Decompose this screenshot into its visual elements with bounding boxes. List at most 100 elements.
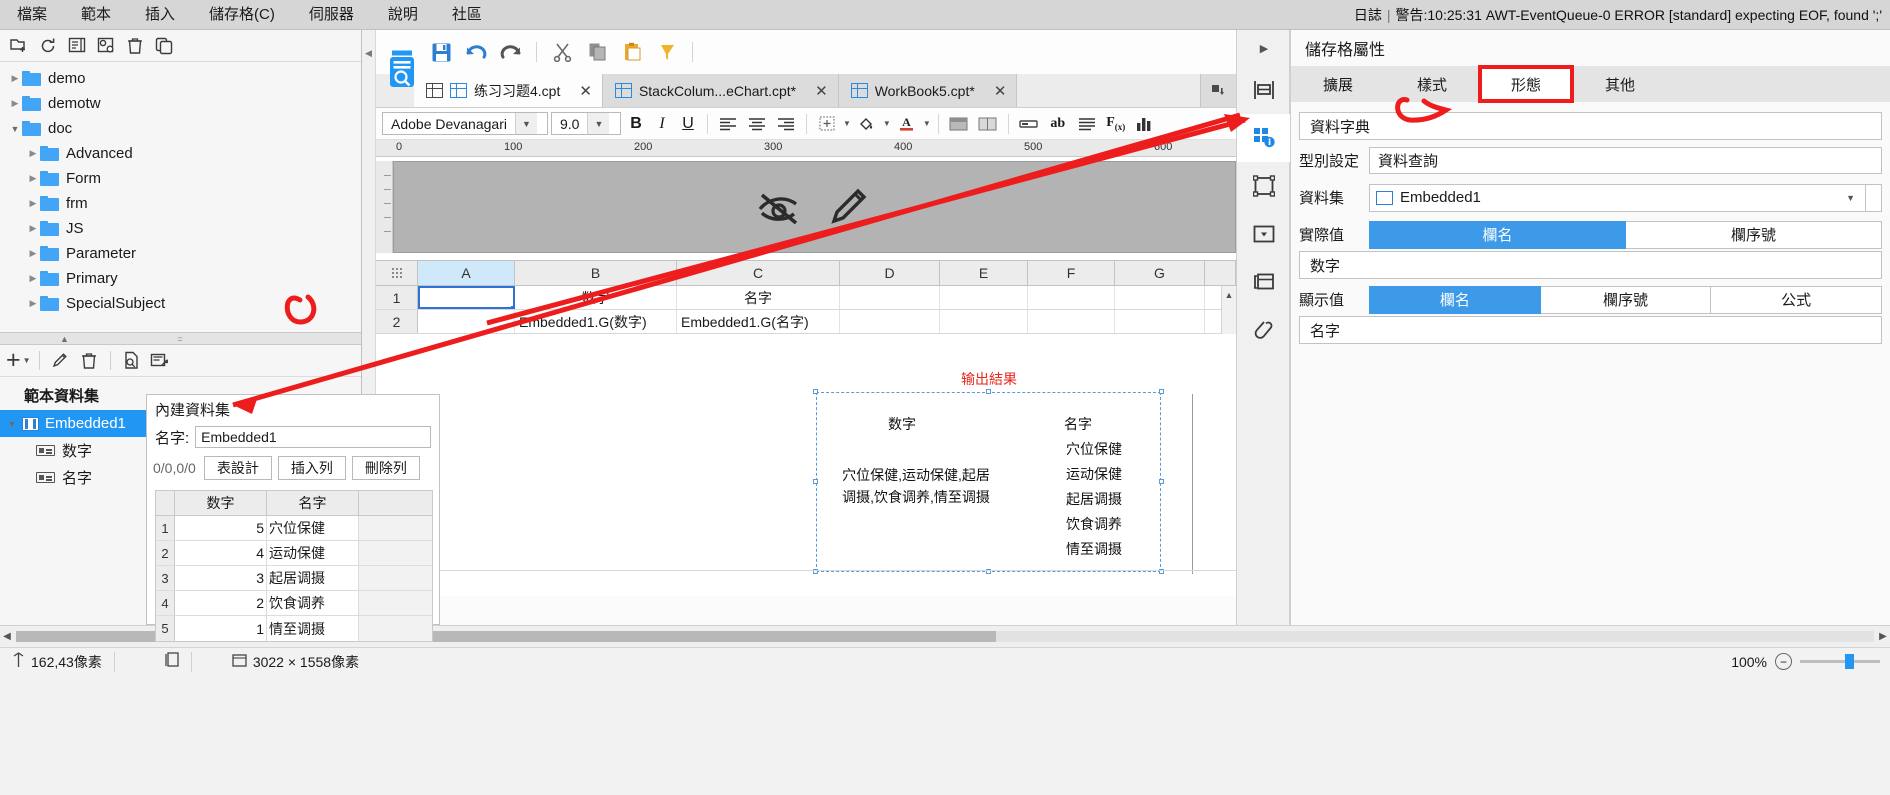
cell-G1[interactable]	[1115, 286, 1205, 309]
display-value-field[interactable]: 名字	[1299, 316, 1882, 344]
column-header-A[interactable]: A	[418, 261, 515, 285]
tree-item-doc[interactable]: ▼ doc	[0, 116, 361, 141]
edit-dataset-icon[interactable]	[48, 349, 74, 373]
chevron-down-icon[interactable]: ▼	[1842, 193, 1859, 203]
tab-stackcolumn-echart[interactable]: StackColum...eChart.cpt* ✕	[602, 74, 839, 107]
formula-icon[interactable]: F(x)	[1103, 112, 1129, 136]
chevron-down-icon[interactable]: ▼	[843, 119, 851, 128]
menu-item-insert[interactable]: 插入	[128, 0, 192, 30]
tab-close-icon[interactable]: ✕	[579, 82, 592, 100]
preview-dataset-icon[interactable]	[119, 349, 145, 373]
tab-close-icon[interactable]: ✕	[994, 82, 1007, 100]
tree-item-js[interactable]: ▶ JS	[0, 216, 361, 241]
cell-D1[interactable]	[840, 286, 940, 309]
dataset-edit-button[interactable]	[1866, 183, 1882, 212]
font-family-select[interactable]: Adobe Devanagari ▼	[382, 112, 548, 135]
pencil-icon[interactable]	[826, 183, 872, 232]
cell-A1[interactable]	[418, 286, 515, 309]
column-header-F[interactable]: F	[1028, 261, 1115, 285]
file-tree[interactable]: ▶ demo ▶ demotw ▼ doc ▶ Advanced ▶ Form …	[0, 62, 361, 332]
segment-column-name[interactable]: 欄名	[1369, 285, 1541, 314]
cell-element-icon[interactable]	[1237, 66, 1291, 114]
report-preview[interactable]: 输出結果 数字 名字 穴位保健,运动保健,起居 调摄,饮食调养,情至调摄 穴位保健…	[376, 334, 1236, 596]
link-icon[interactable]	[1237, 306, 1291, 354]
merge-cells-icon[interactable]	[946, 112, 972, 136]
collapse-up-icon[interactable]: ▲	[60, 334, 69, 344]
chevron-right-icon[interactable]: ▶	[26, 273, 40, 284]
border-icon[interactable]	[814, 112, 840, 136]
table-row[interactable]: 3 3 起居调摄	[156, 566, 432, 591]
align-left-icon[interactable]	[715, 112, 741, 136]
column-header-B[interactable]: B	[515, 261, 677, 285]
delete-row-button[interactable]: 刪除列	[351, 456, 420, 480]
embedded-dataset-dialog[interactable]: 內建資料集 名字: Embedded1 0/0,0/0 表設計 插入列 刪除列 …	[146, 394, 440, 642]
cell-C2[interactable]: Embedded1.G(名字)	[677, 310, 840, 333]
table-row[interactable]: 5 1 情至调摄	[156, 616, 432, 641]
dataset-settings-icon[interactable]	[147, 349, 173, 373]
cell-F2[interactable]	[1028, 310, 1115, 333]
settings-icon[interactable]	[93, 34, 119, 58]
cell-name[interactable]: 饮食调养	[267, 591, 359, 615]
cell-D2[interactable]	[840, 310, 940, 333]
chevron-right-icon[interactable]: ▶	[26, 198, 40, 209]
chevron-right-icon[interactable]: ▶	[26, 173, 40, 184]
refresh-icon[interactable]	[35, 34, 61, 58]
menu-item-cell[interactable]: 儲存格(C)	[192, 0, 292, 30]
tree-item-specialsubject[interactable]: ▶ SpecialSubject	[0, 291, 361, 316]
chart-icon[interactable]	[1132, 112, 1158, 136]
ab-icon[interactable]: ab	[1045, 112, 1071, 136]
cell-name[interactable]: 穴位保健	[267, 516, 359, 540]
cell-name[interactable]: 运动保健	[267, 541, 359, 565]
segment-column-index[interactable]: 欄序號	[1540, 285, 1712, 314]
tree-item-frm[interactable]: ▶ frm	[0, 191, 361, 216]
row-header-2[interactable]: 2	[376, 310, 418, 333]
cell-name[interactable]: 情至调摄	[267, 616, 359, 641]
cell-attribute-icon[interactable]	[1237, 114, 1291, 162]
delete-dataset-icon[interactable]	[76, 349, 102, 373]
tree-item-parameter[interactable]: ▶ Parameter	[0, 241, 361, 266]
log-message[interactable]: 日誌 | 警告:10:25:31 AWT-EventQueue-0 ERROR …	[1354, 5, 1890, 25]
cell-number[interactable]: 1	[175, 616, 267, 641]
copy-icon[interactable]	[582, 38, 612, 66]
insert-field-icon[interactable]	[1016, 112, 1042, 136]
frame-icon[interactable]	[1237, 162, 1291, 210]
grid-last-row[interactable]: 14	[376, 570, 1236, 596]
table-column-header-name[interactable]: 名字	[267, 491, 359, 515]
eye-off-icon[interactable]	[756, 187, 808, 230]
redo-icon[interactable]	[496, 38, 526, 66]
zoom-slider[interactable]	[1800, 654, 1880, 669]
tab-extension[interactable]: 擴展	[1291, 66, 1385, 102]
undo-icon[interactable]	[461, 38, 491, 66]
report-icon[interactable]	[64, 34, 90, 58]
format-painter-icon[interactable]	[652, 38, 682, 66]
copy-icon[interactable]	[151, 34, 177, 58]
font-size-select[interactable]: 9.0 ▼	[551, 112, 621, 135]
tab-workbook5[interactable]: WorkBook5.cpt* ✕	[838, 74, 1018, 107]
save-icon[interactable]	[426, 38, 456, 66]
menu-item-help[interactable]: 說明	[371, 0, 435, 30]
resize-handle-e[interactable]	[1159, 479, 1164, 484]
chevron-right-icon[interactable]: ▶	[26, 223, 40, 234]
cell-B2[interactable]: Embedded1.G(数字)	[515, 310, 677, 333]
new-folder-icon[interactable]	[6, 34, 32, 58]
table-row[interactable]: 2 Embedded1.G(数字) Embedded1.G(名字)	[376, 310, 1236, 334]
cell-number[interactable]: 5	[175, 516, 267, 540]
paragraph-icon[interactable]	[1074, 112, 1100, 136]
underline-button[interactable]: U	[676, 115, 700, 133]
panel-splitter[interactable]: ▲ =	[0, 332, 361, 345]
tree-item-advanced[interactable]: ▶ Advanced	[0, 141, 361, 166]
tab-style[interactable]: 樣式	[1385, 66, 1479, 102]
chevron-down-icon[interactable]: ▼	[2, 419, 22, 429]
cell-G2[interactable]	[1115, 310, 1205, 333]
menu-item-template[interactable]: 範本	[64, 0, 128, 30]
tab-close-icon[interactable]: ✕	[815, 82, 828, 100]
tree-item-primary[interactable]: ▶ Primary	[0, 266, 361, 291]
align-right-icon[interactable]	[773, 112, 799, 136]
delete-icon[interactable]	[122, 34, 148, 58]
chevron-down-icon[interactable]: ▼	[883, 119, 891, 128]
italic-button[interactable]: I	[651, 115, 673, 133]
chevron-right-icon[interactable]: ▶	[8, 98, 22, 109]
cell-number[interactable]: 2	[175, 591, 267, 615]
fill-color-icon[interactable]	[854, 112, 880, 136]
chevron-up-icon[interactable]: ▲	[1222, 286, 1236, 300]
